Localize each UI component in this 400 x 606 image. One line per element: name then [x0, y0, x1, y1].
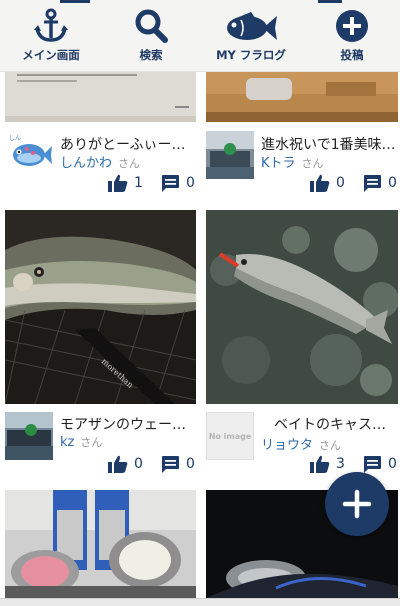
- bottom-toolbar-edge: [0, 598, 400, 606]
- author-suffix: さん: [319, 439, 342, 452]
- author-name: リョウタ: [261, 438, 314, 453]
- nav-main-screen[interactable]: メイン画面: [18, 8, 84, 68]
- post-photo[interactable]: [5, 72, 196, 122]
- post-title[interactable]: 進水祝いで1番美味…: [261, 134, 396, 154]
- comment-count: 0: [186, 456, 195, 472]
- fishing-reels-photo: [5, 490, 196, 598]
- comment-button[interactable]: 0: [160, 174, 195, 192]
- post-author[interactable]: しんかわ さん: [60, 152, 140, 171]
- comment-icon: [364, 456, 381, 473]
- boat-photo-avatar: [206, 131, 254, 179]
- boat-photo-avatar: [5, 412, 53, 460]
- no-image-placeholder: No image: [208, 431, 252, 441]
- nav-peek-mark: [60, 0, 90, 3]
- like-count: 3: [336, 456, 345, 472]
- comment-count: 0: [388, 175, 397, 191]
- post-photo[interactable]: [206, 210, 398, 404]
- comment-count: 0: [388, 456, 397, 472]
- nav-peek-mark: [318, 0, 342, 3]
- thumbs-up-icon: [108, 174, 128, 192]
- author-name: Kトラ: [261, 156, 296, 171]
- post-title[interactable]: モアザンのウェー…: [60, 414, 194, 434]
- post-title[interactable]: ありがとーふぃー…: [60, 134, 194, 154]
- plus-icon: [342, 489, 372, 519]
- comment-icon: [162, 175, 179, 192]
- user-avatar[interactable]: [5, 412, 53, 460]
- blue-fish-avatar: しん: [5, 131, 53, 179]
- nav-label: 投稿: [340, 48, 364, 62]
- user-avatar[interactable]: No image: [206, 412, 254, 460]
- nav-my-fishing-log[interactable]: MY フラログ: [214, 8, 288, 68]
- comment-button[interactable]: 0: [160, 455, 195, 473]
- fish-icon: [227, 12, 277, 40]
- like-button[interactable]: 3: [310, 455, 345, 473]
- table-photo: [206, 72, 398, 122]
- nav-label: メイン画面: [22, 48, 80, 62]
- anchor-icon: [34, 8, 68, 42]
- author-suffix: さん: [118, 157, 141, 170]
- thumbs-up-icon: [310, 455, 330, 473]
- thumbs-up-icon: [310, 174, 330, 192]
- svg-text:しん: しん: [9, 135, 21, 142]
- post-photo[interactable]: morethan: [5, 210, 196, 404]
- author-name: しんかわ: [60, 156, 113, 171]
- post-photo[interactable]: [5, 490, 196, 598]
- like-button[interactable]: 0: [310, 174, 345, 192]
- like-button[interactable]: 1: [108, 174, 143, 192]
- comment-button[interactable]: 0: [362, 455, 397, 473]
- post-title[interactable]: ベイトのキャス…: [274, 414, 396, 434]
- like-count: 1: [134, 175, 143, 191]
- fish-in-net-photo: morethan: [5, 210, 196, 404]
- comment-count: 0: [186, 175, 195, 191]
- search-icon: [135, 9, 168, 43]
- author-name: kz: [60, 435, 75, 450]
- nav-search[interactable]: 検索: [128, 8, 174, 68]
- nav-post[interactable]: 投稿: [330, 8, 374, 68]
- like-count: 0: [134, 456, 143, 472]
- document-photo: [5, 72, 196, 122]
- nav-label: 検索: [139, 48, 163, 62]
- thumbs-up-icon: [108, 455, 128, 473]
- user-avatar[interactable]: [206, 131, 254, 179]
- comment-icon: [364, 175, 381, 192]
- like-button[interactable]: 0: [108, 455, 143, 473]
- comment-button[interactable]: 0: [362, 174, 397, 192]
- app-screen: メイン画面 検索 MY フラログ 投稿 しん ありがとーふぃー… しんかわ さん…: [0, 0, 400, 606]
- post-photo[interactable]: [206, 72, 398, 122]
- author-suffix: さん: [301, 157, 324, 170]
- fish-on-rocks-photo: [206, 210, 398, 404]
- like-count: 0: [336, 175, 345, 191]
- post-author[interactable]: kz さん: [60, 434, 102, 450]
- post-author[interactable]: Kトラ さん: [261, 152, 324, 171]
- top-nav-bar: メイン画面 検索 MY フラログ 投稿: [0, 0, 400, 72]
- floating-post-button[interactable]: [325, 472, 389, 536]
- author-suffix: さん: [80, 436, 103, 449]
- comment-icon: [162, 456, 179, 473]
- user-avatar[interactable]: しん: [5, 131, 53, 179]
- nav-label: MY フラログ: [216, 48, 286, 62]
- plus-circle-icon: [336, 10, 368, 42]
- post-author[interactable]: リョウタ さん: [261, 434, 341, 453]
